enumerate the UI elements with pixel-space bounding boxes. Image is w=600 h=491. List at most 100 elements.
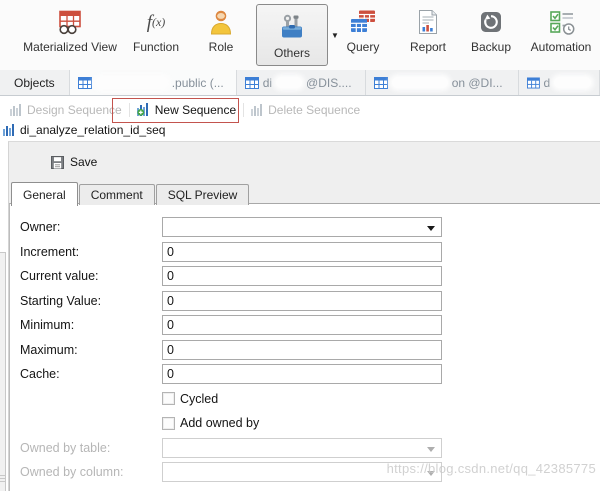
current-value-input[interactable] xyxy=(162,266,442,286)
tab-objects[interactable]: Objects xyxy=(0,70,70,95)
table-icon xyxy=(245,77,259,89)
table-icon xyxy=(374,77,388,89)
censored-text-blob xyxy=(96,77,168,88)
cycled-checkbox[interactable] xyxy=(162,392,175,405)
new-sequence-icon xyxy=(137,103,151,116)
censored-text-blob xyxy=(554,77,591,88)
editor-tab-strip: General Comment SQL Preview xyxy=(11,181,250,205)
tab-label: on @DI... xyxy=(452,76,503,90)
tab-sql-preview[interactable]: SQL Preview xyxy=(156,184,250,205)
field-label: Current value: xyxy=(20,269,162,283)
role-icon xyxy=(208,6,234,38)
button-label: Delete Sequence xyxy=(268,103,360,117)
form-row-owned-by-column: Owned by column: xyxy=(20,462,442,482)
owner-select[interactable] xyxy=(162,217,442,237)
form-row-owner: Owner: xyxy=(20,217,442,237)
function-icon: f(x) xyxy=(147,6,166,38)
general-tab-content: Owner: Increment: Current value: Startin… xyxy=(9,203,600,491)
toolbar-label: Others xyxy=(274,46,310,60)
field-label: Increment: xyxy=(20,245,162,259)
watermark-text: https://blog.csdn.net/qq_42385775 xyxy=(387,461,596,476)
others-button[interactable]: Others xyxy=(256,4,328,66)
button-label: Design Sequence xyxy=(27,103,122,117)
checkbox-label: Add owned by xyxy=(180,416,259,430)
chevron-down-icon xyxy=(427,226,435,231)
toolbar-label: Role xyxy=(209,40,234,54)
tab-database-3[interactable]: on @DI... xyxy=(366,70,519,95)
save-button[interactable]: Save xyxy=(51,155,97,169)
tab-database-2[interactable]: di @DIS.... xyxy=(237,70,366,95)
backup-icon xyxy=(478,6,504,38)
save-label: Save xyxy=(70,155,97,169)
add-owned-by-checkbox[interactable] xyxy=(162,417,175,430)
minimum-input[interactable] xyxy=(162,315,442,335)
maximum-input[interactable] xyxy=(162,340,442,360)
tab-label: SQL Preview xyxy=(168,188,238,202)
field-label: Owned by table: xyxy=(20,441,162,455)
toolbar-separator xyxy=(243,103,244,117)
delete-sequence-button[interactable]: Delete Sequence xyxy=(247,103,364,117)
form-row-cache: Cache: xyxy=(20,364,442,384)
toolbar-item-backup[interactable]: Backup xyxy=(464,6,518,66)
toolbar-label: Materialized View xyxy=(23,40,117,54)
main-toolbar: Materialized View f(x) Function Role xyxy=(0,0,600,70)
field-label: Minimum: xyxy=(20,318,162,332)
others-dropdown-arrow-icon[interactable]: ▼ xyxy=(331,31,339,40)
tab-database-1[interactable]: .public (... xyxy=(70,70,237,95)
tab-general[interactable]: General xyxy=(11,182,78,206)
toolbar-label: Function xyxy=(133,40,179,54)
tab-label: di xyxy=(263,76,272,90)
toolbar-item-others[interactable]: Others ▼ xyxy=(256,4,339,66)
table-icon xyxy=(527,77,540,89)
button-label: New Sequence xyxy=(155,103,236,117)
toolbar-item-automation[interactable]: Automation xyxy=(524,6,598,66)
table-icon xyxy=(78,77,92,89)
toolbar-item-report[interactable]: Report xyxy=(400,6,456,66)
censored-text-blob xyxy=(276,77,302,88)
toolbar-item-function[interactable]: f(x) Function xyxy=(126,6,186,66)
tab-comment[interactable]: Comment xyxy=(79,184,155,205)
field-label: Cache: xyxy=(20,367,162,381)
cache-input[interactable] xyxy=(162,364,442,384)
toolbar-label: Report xyxy=(410,40,446,54)
toolbar-item-query[interactable]: Query xyxy=(340,6,386,66)
new-sequence-button[interactable]: New Sequence xyxy=(133,103,240,117)
toolbar-item-materialized-view[interactable]: Materialized View xyxy=(14,6,126,66)
starting-value-input[interactable] xyxy=(162,291,442,311)
form-row-minimum: Minimum: xyxy=(20,315,442,335)
toolbar-separator xyxy=(129,103,130,117)
sequence-icon xyxy=(251,104,264,116)
field-label: Maximum: xyxy=(20,343,162,357)
increment-input[interactable] xyxy=(162,242,442,262)
toolbar-label: Automation xyxy=(531,40,592,54)
checkbox-label: Cycled xyxy=(180,392,218,406)
object-list: di_analyze_relation_id_seq xyxy=(0,123,600,141)
form-row-cycled: Cycled xyxy=(20,389,442,409)
sequence-toolbar: Design Sequence New Sequence Delete Sequ… xyxy=(0,96,600,123)
form-row-maximum: Maximum: xyxy=(20,340,442,360)
tab-label: Objects xyxy=(14,76,55,90)
field-label: Owner: xyxy=(20,220,162,234)
sequence-icon xyxy=(3,124,16,136)
document-tab-bar: Objects .public (... di @DIS.... on @DI.… xyxy=(0,70,600,96)
sequence-icon xyxy=(10,104,23,116)
tab-database-4[interactable]: d xyxy=(519,70,600,95)
owned-by-table-select xyxy=(162,438,442,458)
list-item-sequence[interactable]: di_analyze_relation_id_seq xyxy=(0,123,600,137)
sequence-name: di_analyze_relation_id_seq xyxy=(20,123,165,137)
query-icon xyxy=(348,6,378,38)
form-row-owned-by-table: Owned by table: xyxy=(20,438,442,458)
materialized-view-icon xyxy=(55,6,85,38)
form-row-current-value: Current value: xyxy=(20,266,442,286)
toolbar-item-role[interactable]: Role xyxy=(192,6,250,66)
toolbar-label: Query xyxy=(347,40,380,54)
others-icon xyxy=(277,11,307,43)
design-sequence-button[interactable]: Design Sequence xyxy=(6,103,126,117)
tab-label: Comment xyxy=(91,188,143,202)
report-icon xyxy=(415,6,441,38)
vertical-scrollbar[interactable] xyxy=(0,252,6,491)
tab-label: .public (... xyxy=(172,76,224,90)
tab-label: d xyxy=(544,76,551,90)
automation-icon xyxy=(546,6,576,38)
field-label: Starting Value: xyxy=(20,294,162,308)
